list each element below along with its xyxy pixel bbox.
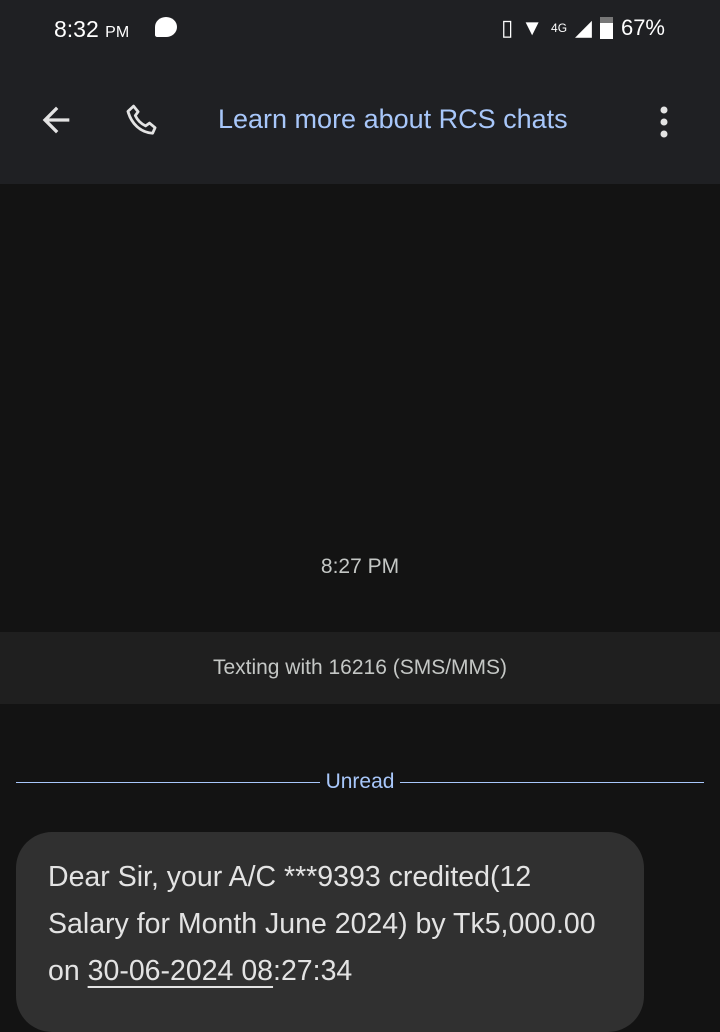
- texting-with-label: Texting with 16216 (SMS/MMS): [212, 656, 508, 679]
- unread-divider: Unread: [16, 770, 705, 794]
- datetime-link[interactable]: 30-06-2024 08: [88, 955, 273, 987]
- status-time: 8:32 PM: [54, 16, 129, 43]
- divider-line: [16, 781, 320, 783]
- battery-icon: [599, 17, 613, 39]
- phone-call-icon[interactable]: [122, 100, 164, 142]
- message-text-end: :27:34: [273, 955, 353, 987]
- unread-label: Unread: [325, 770, 395, 793]
- status-bar: 8:32 PM ▯ ▼ 4G ◢ 67%: [0, 0, 720, 60]
- wifi-icon: ▼: [521, 15, 544, 40]
- message-timestamp: 8:27 PM: [320, 555, 400, 578]
- divider-line: [400, 781, 705, 783]
- texting-with-banner: Texting with 16216 (SMS/MMS): [0, 632, 720, 704]
- app-bar: Learn more about RCS chats: [0, 60, 720, 184]
- more-options-icon[interactable]: [652, 102, 676, 142]
- network-type: 4G: [551, 21, 568, 35]
- battery-percent: 67%: [620, 15, 665, 40]
- vibrate-icon: ▯: [501, 15, 514, 40]
- signal-icon: ◢: [575, 15, 592, 40]
- messages-notification-icon: [155, 17, 177, 37]
- clock: 8:32: [54, 16, 99, 42]
- rcs-learn-more-link[interactable]: Learn more about RCS chats: [218, 104, 568, 135]
- message-bubble[interactable]: Dear Sir, your A/C ***9393 credited(12 S…: [16, 832, 644, 1032]
- clock-ampm: PM: [105, 24, 130, 41]
- status-icons: ▯ ▼ 4G ◢ 67%: [501, 15, 665, 41]
- back-arrow-icon[interactable]: [36, 100, 76, 140]
